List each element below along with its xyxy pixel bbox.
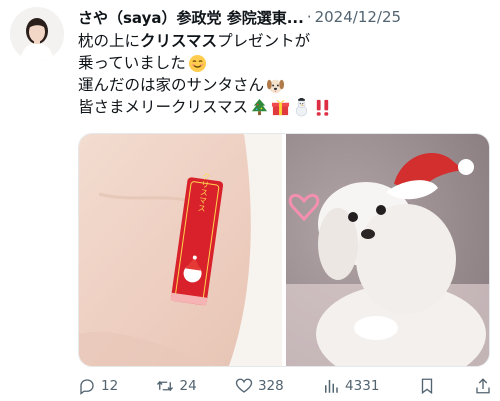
post-text-line-2: 乗っていました	[78, 52, 488, 74]
repost-button[interactable]: 24	[156, 377, 197, 395]
heart-icon	[235, 378, 253, 393]
gift-icon	[271, 99, 290, 115]
views-button[interactable]: 4331	[322, 377, 379, 395]
double-exclamation-icon	[316, 99, 329, 116]
dog-photo	[286, 134, 489, 366]
views-count: 4331	[345, 378, 380, 394]
reply-button[interactable]: 12	[78, 377, 118, 395]
text-segment: 乗っていました	[78, 54, 186, 72]
action-bar: 12 24 328 4331	[78, 375, 492, 397]
repost-icon	[157, 380, 174, 392]
like-count: 328	[257, 378, 284, 394]
dog-face-icon	[266, 79, 285, 93]
post-text-line-3: 運んだのは家のサンタさん	[78, 74, 488, 96]
christmas-tree-icon	[251, 98, 268, 115]
post-text-line-1: 枕の上に クリスマス プレゼントが	[78, 30, 488, 52]
photo-candy-on-pillow[interactable]: クリスマス	[79, 134, 282, 366]
repost-count: 24	[179, 378, 197, 394]
smiling-face-icon	[188, 54, 206, 72]
snowman-icon	[296, 97, 308, 116]
like-button[interactable]: 328	[235, 377, 284, 395]
profile-photo	[10, 7, 64, 61]
share-button[interactable]	[474, 377, 492, 395]
avatar[interactable]	[10, 7, 64, 61]
post-date[interactable]: 2024/12/25	[315, 8, 401, 26]
post-header: さや（saya）参政党 参院選東... · 2024/12/25	[78, 6, 492, 28]
post-text: 枕の上に クリスマス プレゼントが 乗っていました 運んだのは家のサンタさん 皆さま…	[78, 30, 488, 118]
text-bold-segment: クリスマス	[140, 32, 218, 50]
text-segment: 運んだのは家のサンタさん	[78, 76, 265, 94]
share-icon	[476, 378, 490, 394]
bookmark-icon	[421, 378, 432, 395]
reply-count: 12	[101, 378, 119, 394]
post-text-line-4: 皆さまメリークリスマス	[78, 96, 488, 118]
header-separator: ·	[306, 8, 312, 26]
text-segment: 枕の上に	[78, 32, 141, 50]
candy-photo: クリスマス	[79, 134, 282, 366]
reply-icon	[80, 379, 94, 395]
photo-dog-santa-hat[interactable]	[286, 134, 489, 366]
bookmark-button[interactable]	[418, 377, 436, 395]
author-name[interactable]: さや（saya）参政党 参院選東...	[78, 7, 304, 28]
views-chart-icon	[325, 380, 338, 393]
text-segment: プレゼントが	[217, 32, 311, 50]
text-segment: 皆さまメリークリスマス	[78, 98, 249, 116]
media-grid: クリスマス	[78, 133, 490, 367]
